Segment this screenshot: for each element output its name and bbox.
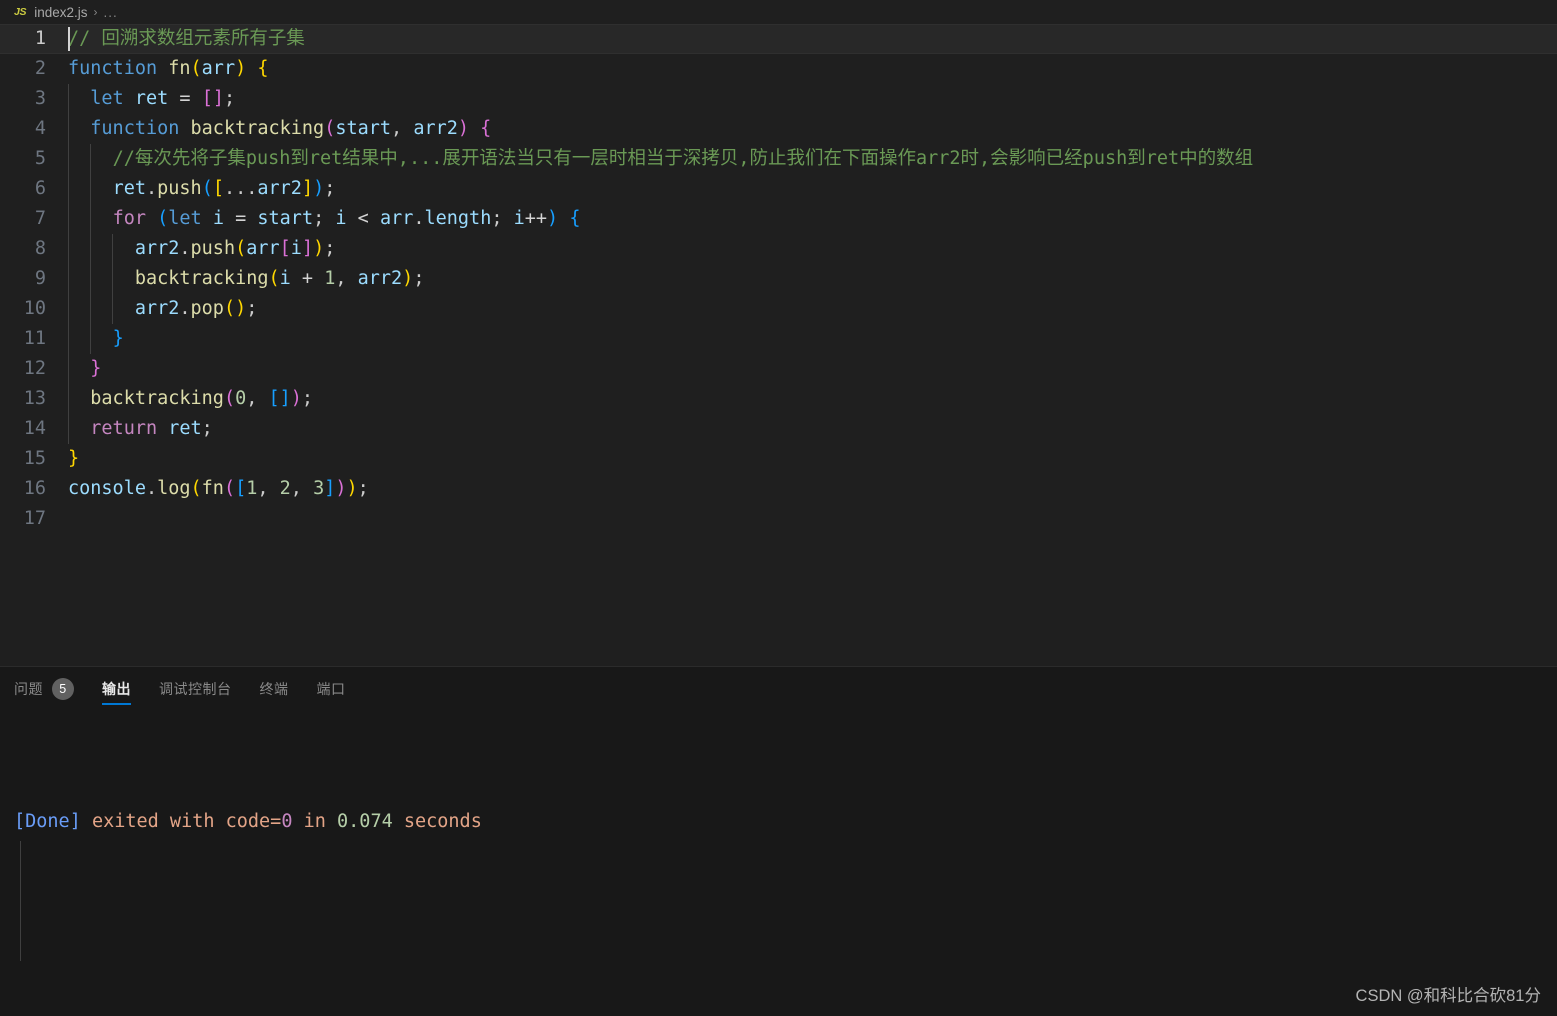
tab-terminal[interactable]: 终端	[260, 667, 289, 711]
line-content[interactable]: backtracking(i + 1, arr2);	[68, 264, 1557, 294]
chevron-right-icon: ›	[93, 5, 98, 19]
line-number: 6	[34, 178, 46, 199]
line-content[interactable]: ret.push([...arr2]);	[68, 174, 1557, 204]
line-content[interactable]: //每次先将子集push到ret结果中,...展开语法当只有一层时相当于深拷贝,…	[68, 144, 1557, 174]
editor-line[interactable]: 2 function fn(arr) {	[0, 54, 1557, 84]
problems-count-badge: 5	[52, 678, 74, 700]
line-number: 4	[34, 118, 46, 139]
line-content[interactable]: // 回溯求数组元素所有子集	[68, 24, 1557, 54]
line-number: 3	[34, 88, 46, 109]
line-number: 16	[23, 478, 46, 499]
line-number: 10	[23, 298, 46, 319]
line-content[interactable]: console.log(fn([1, 2, 3]));	[68, 474, 1557, 504]
tab-problems[interactable]: 问题 5	[14, 667, 74, 711]
done-text-3: seconds	[392, 811, 482, 832]
tab-problems-label: 问题	[14, 681, 43, 697]
vscode-window: JS index2.js › ... 1 // 回溯求数组元素所有子集 2 fu…	[0, 0, 1557, 1016]
editor-line[interactable]: 9 backtracking(i + 1, arr2);	[0, 264, 1557, 294]
done-seconds: 0.074	[337, 811, 393, 832]
editor-line[interactable]: 3 let ret = [];	[0, 84, 1557, 114]
line-content[interactable]: return ret;	[68, 414, 1557, 444]
javascript-file-icon: JS	[14, 6, 27, 18]
editor-line[interactable]: 14 return ret;	[0, 414, 1557, 444]
editor-line[interactable]: 13 backtracking(0, []);	[0, 384, 1557, 414]
line-content[interactable]: let ret = [];	[68, 84, 1557, 114]
tab-output-label: 输出	[102, 681, 131, 697]
editor-line[interactable]: 8 arr2.push(arr[i]);	[0, 234, 1557, 264]
line-content[interactable]: }	[68, 354, 1557, 384]
line-number: 5	[34, 148, 46, 169]
line-number: 11	[23, 328, 46, 349]
editor-line[interactable]: 6 ret.push([...arr2]);	[0, 174, 1557, 204]
editor-line[interactable]: 10 arr2.pop();	[0, 294, 1557, 324]
line-content[interactable]: }	[68, 444, 1557, 474]
line-number: 9	[34, 268, 46, 289]
line-number: 1	[34, 28, 46, 49]
line-content[interactable]: for (let i = start; i < arr.length; i++)…	[68, 204, 1557, 234]
editor-line[interactable]: 16 console.log(fn([1, 2, 3]));	[0, 474, 1557, 504]
done-text-2: in	[292, 811, 338, 832]
editor-line[interactable]: 7 for (let i = start; i < arr.length; i+…	[0, 204, 1557, 234]
editor-line[interactable]: 1 // 回溯求数组元素所有子集	[0, 24, 1557, 54]
tab-terminal-label: 终端	[259, 681, 289, 697]
line-number: 7	[34, 208, 46, 229]
line-number: 2	[34, 58, 46, 79]
editor-line[interactable]: 15 }	[0, 444, 1557, 474]
tab-debug-console-label: 调试控制台	[159, 681, 232, 697]
output-line-done: [Done] exited with code=0 in 0.074 secon…	[14, 807, 1557, 837]
line-content[interactable]	[68, 504, 1557, 534]
output-blank-line	[14, 927, 1557, 957]
output-indent-guide	[20, 841, 21, 961]
line-content[interactable]: function fn(arr) {	[68, 54, 1557, 84]
line-content[interactable]: arr2.push(arr[i]);	[68, 234, 1557, 264]
line-number: 15	[23, 448, 46, 469]
line-number: 12	[23, 358, 46, 379]
code-editor[interactable]: 1 // 回溯求数组元素所有子集 2 function fn(arr) { 3 …	[0, 24, 1557, 666]
line-content[interactable]: function backtracking(start, arr2) {	[68, 114, 1557, 144]
tab-ports-label: 端口	[316, 681, 346, 697]
line-content[interactable]: }	[68, 324, 1557, 354]
line-number: 8	[34, 238, 46, 259]
tab-debug-console[interactable]: 调试控制台	[159, 667, 232, 711]
line-content[interactable]: arr2.pop();	[68, 294, 1557, 324]
done-code-value: 0	[281, 811, 293, 832]
panel-tab-bar: 问题 5 输出 调试控制台 终端 端口	[0, 667, 1557, 711]
editor-line[interactable]: 11 }	[0, 324, 1557, 354]
text-cursor	[68, 27, 70, 51]
editor-line[interactable]: 4 function backtracking(start, arr2) {	[0, 114, 1557, 144]
tab-ports[interactable]: 端口	[317, 667, 346, 711]
line-number: 14	[23, 418, 46, 439]
watermark: CSDN @和科比合砍81分	[1355, 987, 1541, 1005]
breadcrumb: JS index2.js › ...	[0, 0, 1557, 24]
editor-line[interactable]: 17	[0, 504, 1557, 534]
breadcrumb-file-name[interactable]: index2.js	[34, 5, 87, 20]
line-number: 13	[23, 388, 46, 409]
tab-output[interactable]: 输出	[102, 667, 131, 711]
done-code-label: code=	[225, 811, 282, 832]
breadcrumb-more[interactable]: ...	[104, 5, 118, 20]
line-number: 17	[23, 508, 46, 529]
editor-line[interactable]: 12 }	[0, 354, 1557, 384]
done-tag: [Done]	[14, 811, 81, 832]
done-text-1: exited with	[80, 811, 226, 832]
bottom-panel: 问题 5 输出 调试控制台 终端 端口 [Done] exited with c…	[0, 666, 1557, 1016]
output-console[interactable]: [Done] exited with code=0 in 0.074 secon…	[0, 711, 1557, 1016]
editor-line[interactable]: 5 //每次先将子集push到ret结果中,...展开语法当只有一层时相当于深拷…	[0, 144, 1557, 174]
line-content[interactable]: backtracking(0, []);	[68, 384, 1557, 414]
